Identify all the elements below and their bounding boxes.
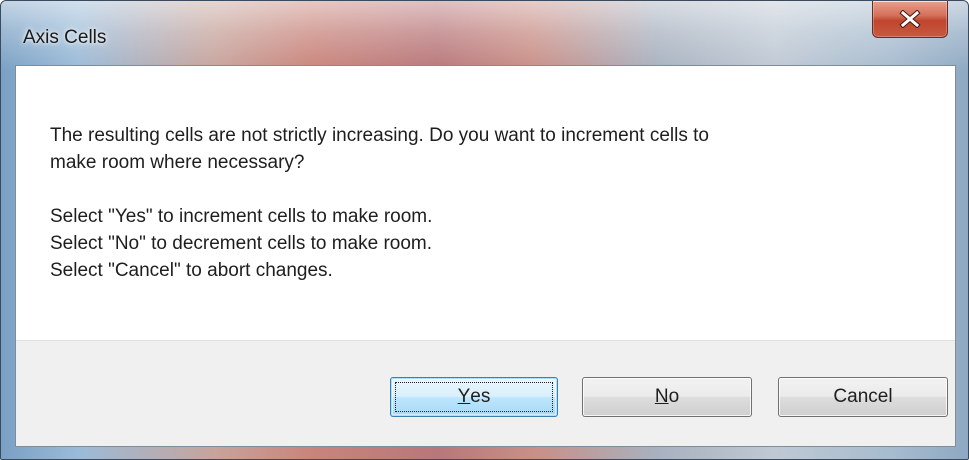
dialog-window: Axis Cells The resulting cells are not s…	[0, 0, 969, 460]
dialog-body: The resulting cells are not strictly inc…	[15, 65, 956, 447]
cancel-button[interactable]: Cancel	[778, 377, 948, 417]
title-bar[interactable]: Axis Cells	[1, 1, 968, 65]
no-button[interactable]: No	[582, 377, 752, 417]
no-label: o	[668, 386, 680, 407]
close-icon	[899, 10, 921, 28]
yes-button[interactable]: Yes	[390, 377, 558, 417]
yes-label: es	[470, 386, 491, 407]
instruction-no: Select "No" to decrement cells to make r…	[50, 233, 433, 254]
close-button[interactable]	[872, 1, 948, 38]
message-text: The resulting cells are not strictly inc…	[50, 122, 930, 284]
message-line: make room where necessary?	[50, 152, 305, 173]
no-mnemonic: N	[654, 386, 669, 407]
instruction-cancel: Select "Cancel" to abort changes.	[50, 260, 333, 281]
cancel-label: Cancel	[833, 386, 893, 407]
dialog-title: Axis Cells	[23, 27, 107, 48]
yes-mnemonic: Y	[457, 386, 471, 407]
button-bar: Yes No Cancel	[16, 340, 955, 446]
instruction-yes: Select "Yes" to increment cells to make …	[50, 206, 433, 227]
message-line: The resulting cells are not strictly inc…	[50, 125, 709, 146]
